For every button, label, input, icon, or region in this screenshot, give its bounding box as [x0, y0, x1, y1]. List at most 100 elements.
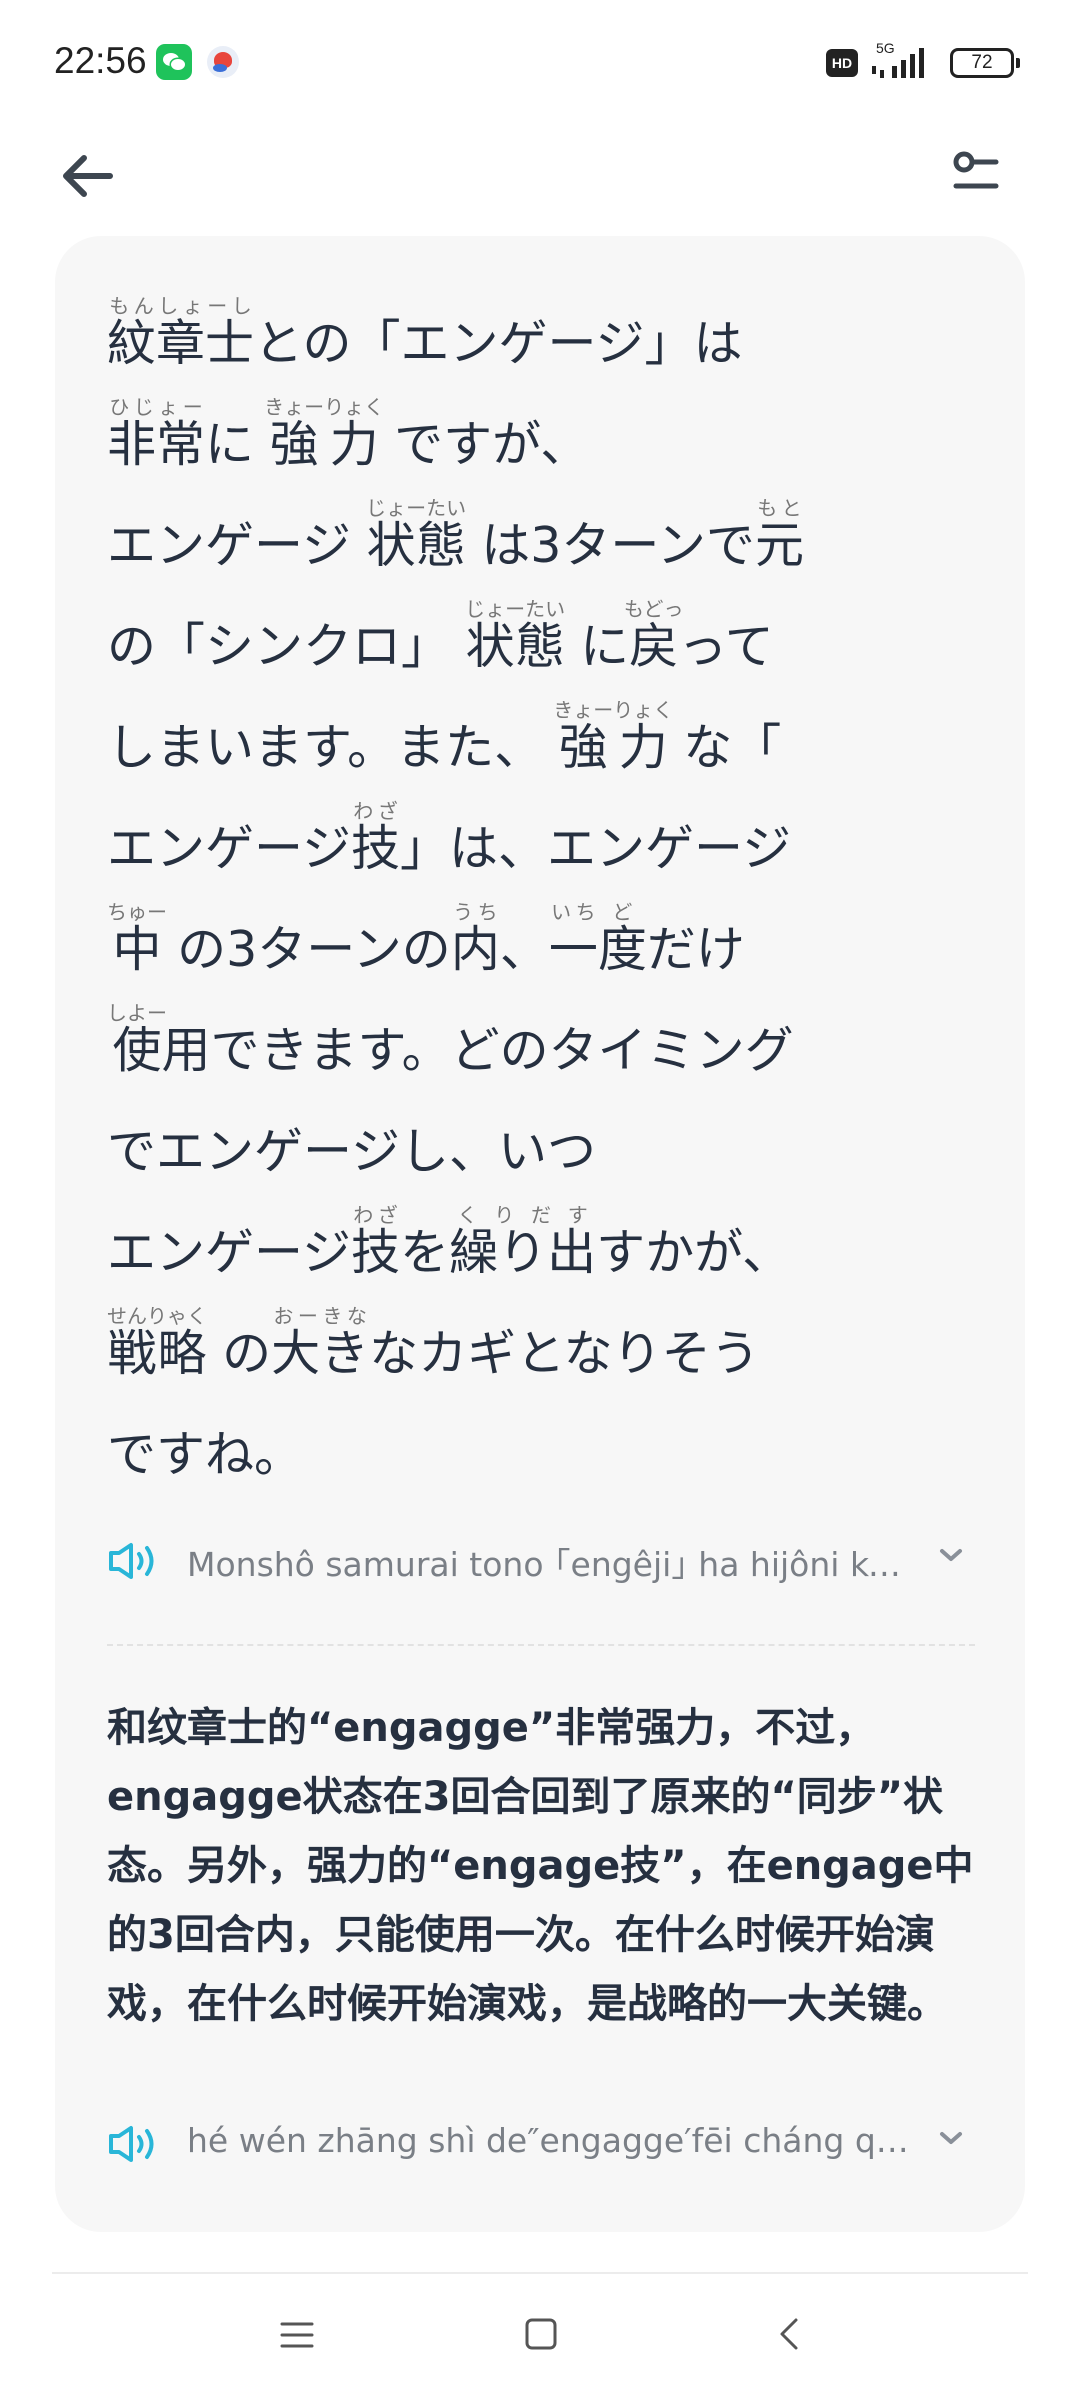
furigana-base: 戻	[623, 618, 684, 675]
japanese-text: を	[400, 1224, 450, 1281]
furigana-reading: いち	[548, 900, 598, 924]
furigana-base: 一	[548, 921, 598, 978]
furigana-reading: わざ	[351, 799, 401, 823]
hd-badge: HD	[826, 49, 858, 77]
menu-icon[interactable]	[278, 2316, 316, 2354]
furigana-reading: ちゅー	[107, 900, 167, 924]
furigana-reading: くりだす	[449, 1203, 597, 1227]
furigana-reading: じょーたい	[366, 496, 467, 520]
furigana-reading: せんりゃく	[107, 1304, 207, 1328]
furigana-base: 状態	[465, 618, 566, 675]
furigana-base: 内	[450, 921, 500, 978]
furigana-base: 技	[351, 820, 401, 877]
japanese-sentence[interactable]: 紋章士もんしょーしとの「エンゲージ」は 非常ひじょーに 強力きょーりょく ですが、…	[107, 284, 1007, 1496]
japanese-text: ですね。	[107, 1426, 304, 1483]
filter-icon	[953, 151, 999, 189]
japanese-line: ですね。	[107, 1395, 1007, 1496]
furigana-base: 元	[754, 517, 804, 574]
signal-icon: 5G	[870, 40, 934, 80]
sentence-card: 紋章士もんしょーしとの「エンゲージ」は 非常ひじょーに 強力きょーりょく ですが、…	[55, 236, 1025, 2232]
back-chevron-icon[interactable]	[774, 2314, 804, 2354]
furigana-word[interactable]: 度ど	[597, 900, 647, 978]
japanese-line: エンゲージ技わざを繰り出くりだすすかが、	[107, 1193, 1007, 1294]
back-button[interactable]	[60, 150, 116, 202]
japanese-text: って	[678, 618, 774, 675]
furigana-word[interactable]: 中ちゅー	[107, 900, 167, 978]
furigana-base: 状態	[366, 517, 467, 574]
japanese-line: でエンゲージし、いつ	[107, 1092, 1007, 1193]
speaker-icon[interactable]	[107, 2124, 161, 2164]
japanese-line: エンゲージ 状態じょーたい は3ターンで元もと	[107, 486, 1007, 587]
furigana-reading: じょーたい	[465, 597, 566, 621]
furigana-base: 大き	[271, 1325, 370, 1382]
furigana-word[interactable]: 技わざ	[351, 1203, 401, 1281]
chinese-audio-row[interactable]: hé wén zhāng shì de″engagge′fēi cháng qi…	[107, 2118, 977, 2168]
furigana-reading: ひじょー	[107, 395, 206, 419]
app-notification-icon	[207, 46, 239, 78]
furigana-word[interactable]: 状態じょーたい	[465, 597, 566, 675]
japanese-text: の	[206, 1325, 272, 1382]
japanese-text: エンゲージ	[107, 820, 352, 877]
home-square-icon[interactable]	[524, 2316, 558, 2352]
chevron-down-icon[interactable]	[935, 1539, 967, 1571]
wechat-icon	[156, 44, 192, 80]
japanese-text: だけ	[646, 921, 745, 978]
japanese-line: の「シンクロ」 状態じょーたい に戻もどっって	[107, 587, 1007, 688]
japanese-line: しまいます。また、 強力きょーりょく な「	[107, 688, 1007, 789]
furigana-base: 非常	[107, 416, 206, 473]
japanese-text: 用できます。どのタイミング	[161, 1022, 794, 1079]
japanese-romaji: Monshô samurai tono ｢engêji｣ ha hijôni k…	[187, 1545, 917, 1584]
japanese-text: すかが、	[596, 1224, 792, 1281]
furigana-reading: もと	[754, 496, 804, 520]
furigana-word[interactable]: 強力きょーりょく	[264, 395, 384, 473]
furigana-reading: ど	[597, 900, 647, 924]
furigana-base: 戦略	[107, 1325, 207, 1382]
japanese-line: 紋章士もんしょーしとの「エンゲージ」は	[107, 284, 1007, 385]
furigana-reading: わざ	[351, 1203, 401, 1227]
filter-button[interactable]	[950, 148, 1002, 200]
japanese-text: に	[205, 416, 270, 473]
japanese-text: 」は、エンゲージ	[400, 820, 792, 877]
furigana-word[interactable]: 強力きょーりょく	[553, 698, 673, 776]
japanese-audio-row[interactable]: Monshô samurai tono ｢engêji｣ ha hijôni k…	[107, 1535, 977, 1585]
japanese-text: との「エンゲージ」は	[254, 315, 743, 372]
furigana-word[interactable]: 非常ひじょー	[107, 395, 206, 473]
furigana-word[interactable]: 繰り出くりだす	[449, 1203, 596, 1281]
furigana-word[interactable]: 使しよー	[107, 1001, 167, 1079]
battery-icon: 72	[950, 48, 1020, 78]
japanese-text: の「シンクロ」	[107, 618, 466, 675]
furigana-word[interactable]: 状態じょーたい	[366, 496, 467, 574]
furigana-base: 紋章士	[107, 315, 255, 372]
furigana-base: 度	[597, 921, 647, 978]
furigana-base: 強力	[553, 719, 674, 776]
furigana-reading: もんしょーし	[107, 294, 255, 318]
furigana-word[interactable]: 大きおーきな	[271, 1304, 370, 1382]
furigana-word[interactable]: 元もと	[754, 496, 804, 574]
japanese-text: ですが、	[378, 416, 590, 473]
section-divider	[107, 1644, 975, 1646]
japanese-text: エンゲージ	[107, 1224, 352, 1281]
furigana-word[interactable]: 内うち	[450, 900, 500, 978]
arrow-left-icon	[63, 155, 113, 197]
furigana-word[interactable]: 紋章士もんしょーし	[107, 294, 255, 372]
furigana-word[interactable]: 戻もどっ	[624, 597, 684, 675]
chinese-translation: 和纹章士的“engagge”非常强力，不过，engagge状态在3回合回到了原来…	[107, 1705, 974, 2027]
status-time: 22:56	[54, 40, 147, 81]
furigana-base: 強力	[264, 416, 385, 473]
furigana-base: 技	[351, 1224, 401, 1281]
furigana-reading: しよー	[107, 1001, 167, 1025]
chevron-down-icon[interactable]	[935, 2122, 967, 2154]
furigana-reading: きょーりょく	[264, 395, 385, 419]
bottom-divider	[52, 2272, 1028, 2274]
japanese-text: なカギとなりそう	[369, 1325, 760, 1382]
status-bar: 22:56 HD 5G 72	[0, 0, 1080, 126]
japanese-text: でエンゲージし、いつ	[107, 1123, 597, 1180]
furigana-base: 中	[107, 921, 167, 978]
furigana-reading: もどっ	[623, 597, 684, 621]
speaker-icon[interactable]	[107, 1541, 161, 1581]
japanese-line: 使しよー用できます。どのタイミング	[107, 991, 1007, 1092]
furigana-word[interactable]: 技わざ	[351, 799, 401, 877]
japanese-text: しまいます。また、	[107, 719, 559, 776]
furigana-word[interactable]: 一いち	[548, 900, 598, 978]
furigana-word[interactable]: 戦略せんりゃく	[107, 1304, 207, 1382]
